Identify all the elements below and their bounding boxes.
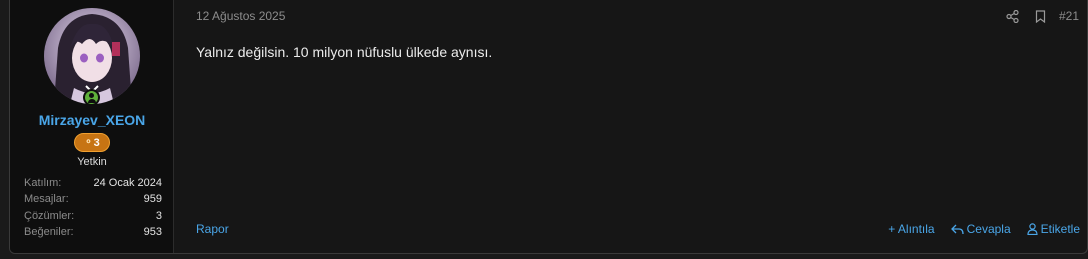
username-link[interactable]: Mirzayev_XEON — [10, 112, 174, 128]
stat-value: 953 — [143, 225, 162, 238]
tag-button[interactable]: Etiketle — [1027, 222, 1080, 236]
stat-row-likes: Beğeniler: 953 — [24, 224, 162, 240]
post-message: Yalnız değilsin. 10 milyon nüfuslu ülked… — [196, 44, 493, 60]
report-link[interactable]: Rapor — [196, 222, 229, 236]
stat-row-joined: Katılım: 24 Ocak 2024 — [24, 175, 162, 191]
reply-icon — [950, 224, 964, 234]
reply-label: Cevapla — [966, 222, 1011, 236]
user-icon — [1027, 223, 1038, 235]
stat-row-messages: Mesajlar: 959 — [24, 191, 162, 207]
message-post: Mirzayev_XEON ⚬ 3 Yetkin Katılım: 24 Oca… — [9, 0, 1088, 254]
online-icon — [83, 89, 100, 106]
stat-label: Mesajlar: — [24, 193, 69, 206]
post-actions: + Alıntıla Cevapla Etiketle — [888, 222, 1080, 236]
share-icon[interactable] — [999, 8, 1027, 24]
user-title: Yetkin — [77, 156, 107, 168]
tag-label: Etiketle — [1040, 222, 1080, 236]
stat-label: Katılım: — [24, 177, 62, 189]
post-main: 12 Ağustos 2025 #21 Yalnız değilsin. 10 … — [174, 0, 1087, 253]
post-number[interactable]: #21 — [1059, 9, 1079, 23]
post-meta-actions: #21 — [999, 8, 1079, 24]
bookmark-icon[interactable] — [1027, 8, 1055, 24]
stat-value: 3 — [155, 209, 162, 222]
user-stats: Katılım: 24 Ocak 2024 Mesajlar: 959 Çözü… — [24, 175, 162, 240]
drop-icon: ⚬ — [84, 137, 93, 148]
post-date[interactable]: 12 Ağustos 2025 — [196, 9, 285, 23]
stat-value: 959 — [143, 193, 162, 206]
quote-button[interactable]: + Alıntıla — [888, 222, 934, 236]
user-info-panel: Mirzayev_XEON ⚬ 3 Yetkin Katılım: 24 Oca… — [10, 0, 174, 253]
stat-value: 24 Ocak 2024 — [93, 177, 163, 189]
quote-label: + Alıntıla — [888, 222, 935, 236]
reply-button[interactable]: Cevapla — [950, 222, 1011, 236]
stat-label: Çözümler: — [24, 209, 75, 222]
badge-count: 3 — [93, 136, 100, 149]
trophy-badge[interactable]: ⚬ 3 — [74, 133, 110, 152]
stat-row-solutions: Çözümler: 3 — [24, 208, 162, 224]
stat-label: Beğeniler: — [24, 225, 74, 238]
